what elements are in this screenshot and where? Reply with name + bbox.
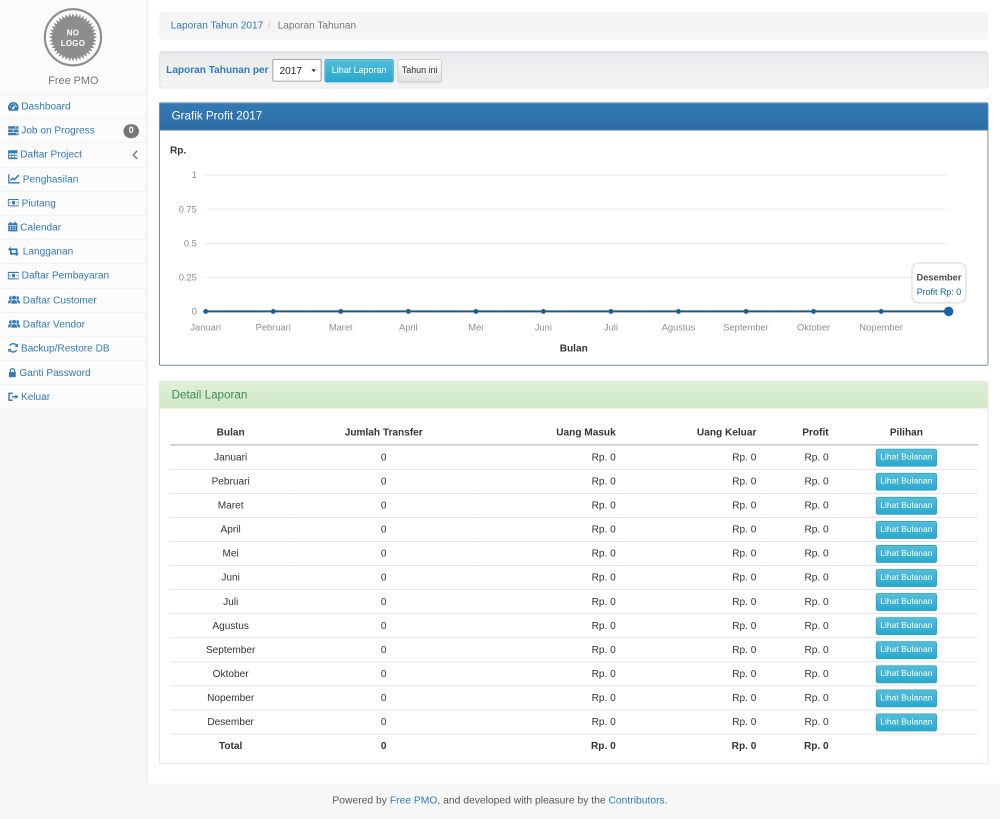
svg-text:Agustus: Agustus (662, 323, 696, 333)
svg-text:Maret: Maret (329, 323, 353, 333)
svg-text:Nopember: Nopember (859, 323, 902, 333)
svg-text:April: April (399, 323, 418, 333)
svg-text:0.75: 0.75 (179, 204, 197, 214)
svg-text:Januari: Januari (190, 323, 221, 333)
svg-text:0.25: 0.25 (179, 272, 197, 282)
svg-text:Oktober: Oktober (797, 323, 830, 333)
svg-text:NO: NO (67, 28, 79, 37)
svg-text:Juli: Juli (604, 323, 618, 333)
svg-text:Rp.: Rp. (170, 145, 186, 156)
svg-text:Bulan: Bulan (560, 343, 588, 354)
svg-text:0.5: 0.5 (184, 238, 197, 248)
svg-text:Mei: Mei (468, 323, 483, 333)
svg-text:Pebruari: Pebruari (256, 323, 291, 333)
svg-text:September: September (723, 323, 768, 333)
svg-text:0: 0 (192, 307, 197, 317)
svg-text:Profit Rp: 0: Profit Rp: 0 (917, 287, 962, 297)
svg-text:1: 1 (192, 170, 197, 180)
svg-text:LOGO: LOGO (61, 39, 86, 48)
svg-text:Desember: Desember (916, 273, 961, 283)
svg-text:Juni: Juni (535, 323, 552, 333)
